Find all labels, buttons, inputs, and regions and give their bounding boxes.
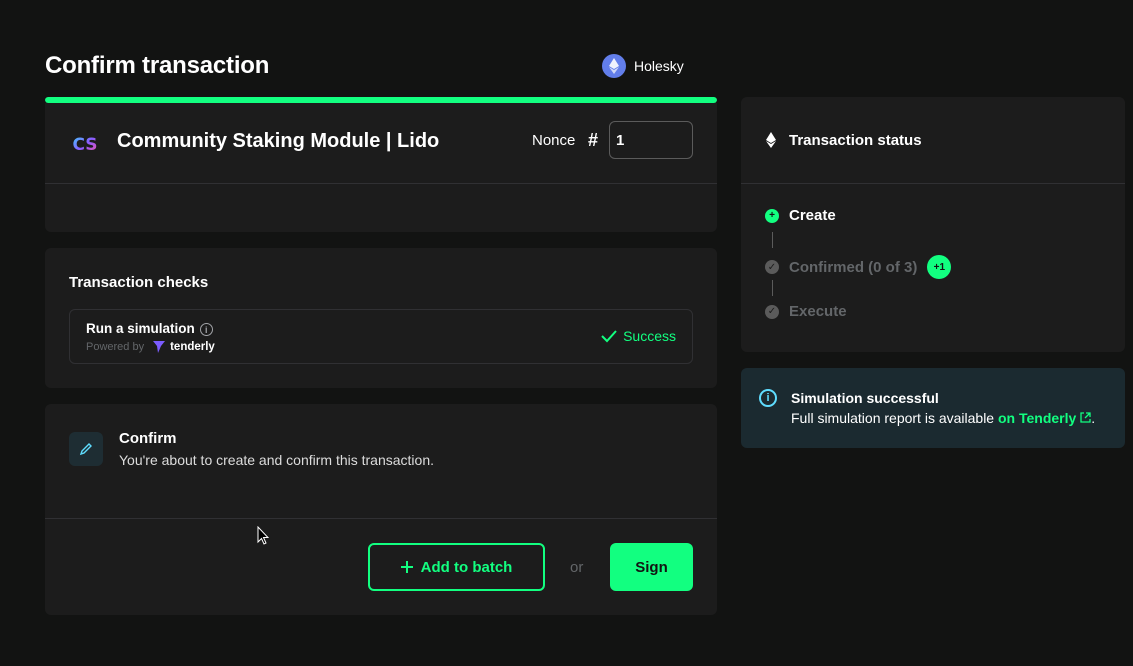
simulation-alert: i Simulation successful Full simulation … [741, 368, 1125, 448]
step-execute: ✓ Execute [765, 303, 847, 320]
ethereum-icon [602, 54, 626, 78]
divider [741, 183, 1125, 184]
module-logo-icon: CS [69, 128, 101, 160]
checks-title: Transaction checks [69, 274, 209, 291]
confirm-title: Confirm [119, 430, 177, 447]
powered-by: Powered by tenderly [86, 340, 215, 354]
nonce-label: Nonce [532, 132, 576, 149]
check-icon [601, 330, 617, 343]
svg-text:CS: CS [72, 135, 97, 155]
step-connector [772, 232, 773, 248]
plus-icon [400, 561, 413, 573]
alert-text: Full simulation report is available on T… [791, 410, 1095, 426]
alert-suffix: . [1091, 410, 1096, 426]
tenderly-logo: tenderly [152, 340, 215, 354]
external-link-icon [1080, 412, 1091, 423]
transaction-status-card: Transaction status + Create ✓ Confirmed … [741, 97, 1125, 352]
page-title: Confirm transaction [45, 52, 270, 79]
confirm-card: Confirm You're about to create and confi… [45, 404, 717, 615]
step-create: + Create [765, 207, 836, 224]
step-label: Create [789, 207, 836, 224]
check-circle-icon: ✓ [765, 304, 779, 319]
tenderly-link-label: on Tenderly [997, 410, 1077, 426]
pencil-icon [69, 432, 103, 466]
confirm-description: You're about to create and confirm this … [119, 452, 435, 468]
or-separator: or [570, 559, 584, 576]
network-name: Holesky [634, 58, 684, 74]
info-icon: i [759, 389, 777, 407]
transaction-checks-card: Transaction checks Run a simulation i Po… [45, 248, 717, 388]
simulation-status-text: Success [623, 328, 676, 344]
alert-text-body: Full simulation report is available [791, 410, 998, 426]
add-to-batch-label: Add to batch [420, 558, 513, 576]
add-to-batch-button[interactable]: Add to batch [368, 543, 545, 591]
divider [45, 518, 717, 519]
simulation-title: Run a simulation [86, 321, 195, 336]
simulation-row[interactable]: Run a simulation i Powered by tenderly S… [69, 309, 693, 364]
nonce-hash-symbol: # [588, 130, 599, 150]
status-title: Transaction status [789, 132, 922, 149]
step-label: Confirmed (0 of 3) [789, 258, 918, 276]
divider [45, 183, 717, 184]
confirmation-badge: +1 [927, 255, 952, 279]
tenderly-icon [153, 341, 166, 353]
simulation-status: Success [601, 328, 676, 344]
plus-circle-icon: + [765, 208, 779, 223]
step-connector [772, 280, 773, 296]
step-label: Execute [789, 303, 847, 320]
mouse-cursor-icon [257, 525, 270, 551]
powered-by-label: Powered by [86, 341, 145, 353]
info-icon[interactable]: i [199, 323, 213, 336]
network-indicator: Holesky [602, 54, 684, 78]
alert-title: Simulation successful [791, 390, 939, 406]
tenderly-link[interactable]: on Tenderly [998, 410, 1091, 426]
status-icon [765, 132, 777, 153]
check-circle-icon: ✓ [765, 260, 779, 274]
module-title: Community Staking Module | Lido [117, 130, 440, 152]
step-confirmed: ✓ Confirmed (0 of 3) +1 [765, 255, 952, 279]
tenderly-name: tenderly [170, 341, 215, 353]
nonce-input[interactable] [609, 121, 693, 159]
sign-button[interactable]: Sign [610, 543, 693, 591]
simulation-title-row: Run a simulation i [86, 321, 213, 336]
transaction-header-card: CS Community Staking Module | Lido Nonce… [45, 103, 717, 232]
